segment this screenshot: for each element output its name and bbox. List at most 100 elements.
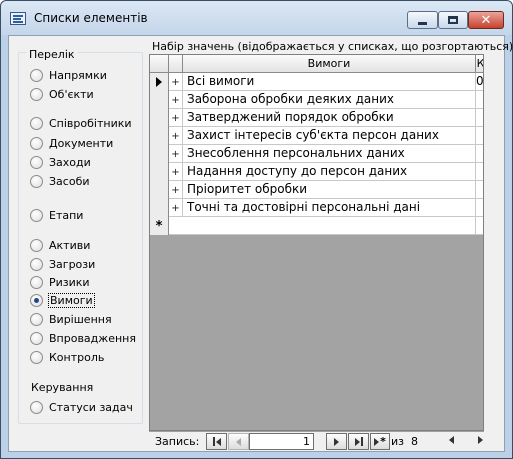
new-record-row[interactable]: * [150,217,483,235]
cell-vymoha[interactable]: Захист інтересів суб'єкта персон даних [184,127,476,145]
expand-icon[interactable]: + [169,181,183,199]
radio-icon [30,401,43,414]
radio-icon [30,276,43,289]
new-record-button[interactable]: * [370,433,390,450]
row-selector[interactable] [150,145,169,163]
new-record-nav-icon [374,437,380,446]
horizontal-scrollbar[interactable] [449,436,483,448]
radio-label: Ризики [49,276,90,289]
radio-label: Статуси задач [49,401,133,414]
current-record-icon [156,77,162,87]
cell-k[interactable] [476,91,483,109]
close-button[interactable]: ✕ [468,11,504,29]
row-selector[interactable] [150,127,169,145]
cell-k[interactable] [476,109,483,127]
minimize-button[interactable] [407,11,438,29]
radio-label: Вимоги [48,293,95,308]
table-row[interactable]: + Знесоблення персональних даних [150,145,483,163]
cell-vymoha[interactable]: Заборона обробки деяких даних [184,91,476,109]
radio-napryamky[interactable]: Напрямки [30,68,107,83]
cell-k[interactable] [476,145,483,163]
radio-dokumenty[interactable]: Документи [30,136,113,151]
record-total-count: 8 [411,435,418,448]
radio-kontrol[interactable]: Контроль [30,350,104,365]
radio-icon [30,137,43,150]
cell-vymoha[interactable]: Пріоритет обробки [184,181,476,199]
management-label: Керування [31,381,94,394]
radio-zahrozy[interactable]: Загрози [30,257,95,272]
values-datasheet[interactable]: Вимоги К + Всі вимоги 0 + Заборона оброб… [149,54,484,431]
radio-etapy[interactable]: Етапи [30,208,83,223]
table-row[interactable]: + Точні та достовірні персональні дані [150,199,483,217]
row-selector[interactable] [150,109,169,127]
option-group-label: Перелік [26,48,78,61]
expand-icon[interactable]: + [169,91,183,109]
next-record-button[interactable] [326,433,347,450]
table-row[interactable]: + Захист інтересів суб'єкта персон даних [150,127,483,145]
row-selector[interactable] [150,91,169,109]
radio-label: Контроль [49,351,105,364]
radio-zasoby[interactable]: Засоби [30,174,90,189]
cell-vymoha[interactable]: Всі вимоги [184,73,476,91]
row-selector[interactable] [150,163,169,181]
access-form-window: Списки елементів ✕ Перелік Напрямки Об'є… [0,0,513,459]
cell-k[interactable] [476,181,483,199]
table-row[interactable]: + Всі вимоги 0 [150,73,483,91]
radio-vprovadzhennya[interactable]: Впровадження [30,331,136,346]
radio-zakhody[interactable]: Заходи [30,155,91,170]
new-record-icon: * [155,218,163,234]
last-record-button[interactable] [348,433,369,450]
radio-icon [30,175,43,188]
cell-k[interactable] [476,163,483,181]
radio-icon [30,117,43,130]
row-selector-header[interactable] [150,55,169,73]
record-total: из 8 [391,435,418,448]
expand-icon[interactable]: + [169,163,183,181]
cell-vymoha[interactable]: Точні та достовірні персональні дані [184,199,476,217]
first-record-button[interactable] [206,433,227,450]
radio-aktyvy[interactable]: Активи [30,238,90,253]
subform-caption: Набір значень (відображається у списках,… [152,40,513,53]
last-record-icon [354,437,360,446]
scroll-right-icon[interactable] [478,436,483,444]
table-row[interactable]: + Заборона обробки деяких даних [150,91,483,109]
cell-vymoha[interactable]: Знесоблення персональних даних [184,145,476,163]
expand-icon[interactable]: + [169,109,183,127]
expand-icon[interactable]: + [169,73,183,91]
cell-new[interactable] [169,217,476,235]
radio-icon [30,69,43,82]
cell-vymoha[interactable]: Затверджений порядок обробки [184,109,476,127]
cell-vymoha[interactable]: Надання доступу до персон даних [184,163,476,181]
scroll-left-icon[interactable] [449,436,454,444]
radio-vymohy[interactable]: Вимоги [30,293,95,308]
column-header-k[interactable]: К [476,55,483,73]
expand-icon[interactable]: + [169,127,183,145]
radio-statusy-zadach[interactable]: Статуси задач [30,400,133,415]
expand-icon[interactable]: + [169,199,183,217]
table-row[interactable]: + Пріоритет обробки [150,181,483,199]
maximize-button[interactable] [438,11,468,29]
cell-k[interactable] [476,127,483,145]
radio-obiekty[interactable]: Об'єкти [30,87,94,102]
table-row[interactable]: + Затверджений порядок обробки [150,109,483,127]
radio-spivrobitnyky[interactable]: Співробітники [30,116,132,131]
previous-record-button[interactable] [228,433,249,450]
row-selector[interactable]: * [150,217,169,235]
current-record-input[interactable] [249,433,314,450]
cell-k[interactable]: 0 [476,73,483,91]
radio-label: Об'єкти [49,88,94,101]
row-selector[interactable] [150,181,169,199]
row-selector[interactable] [150,73,169,91]
row-selector[interactable] [150,199,169,217]
cell-k[interactable] [476,199,483,217]
column-header-vymohy[interactable]: Вимоги [183,55,476,73]
table-row[interactable]: + Надання доступу до персон даних [150,163,483,181]
radio-label: Заходи [49,156,91,169]
expand-icon[interactable]: + [169,145,183,163]
radio-icon [30,88,43,101]
radio-vyrishennya[interactable]: Вирішення [30,312,112,327]
radio-ryzyky[interactable]: Ризики [30,275,90,290]
radio-label: Співробітники [49,117,132,130]
title-bar[interactable]: Списки елементів ✕ [1,1,512,35]
radio-icon [30,258,43,271]
